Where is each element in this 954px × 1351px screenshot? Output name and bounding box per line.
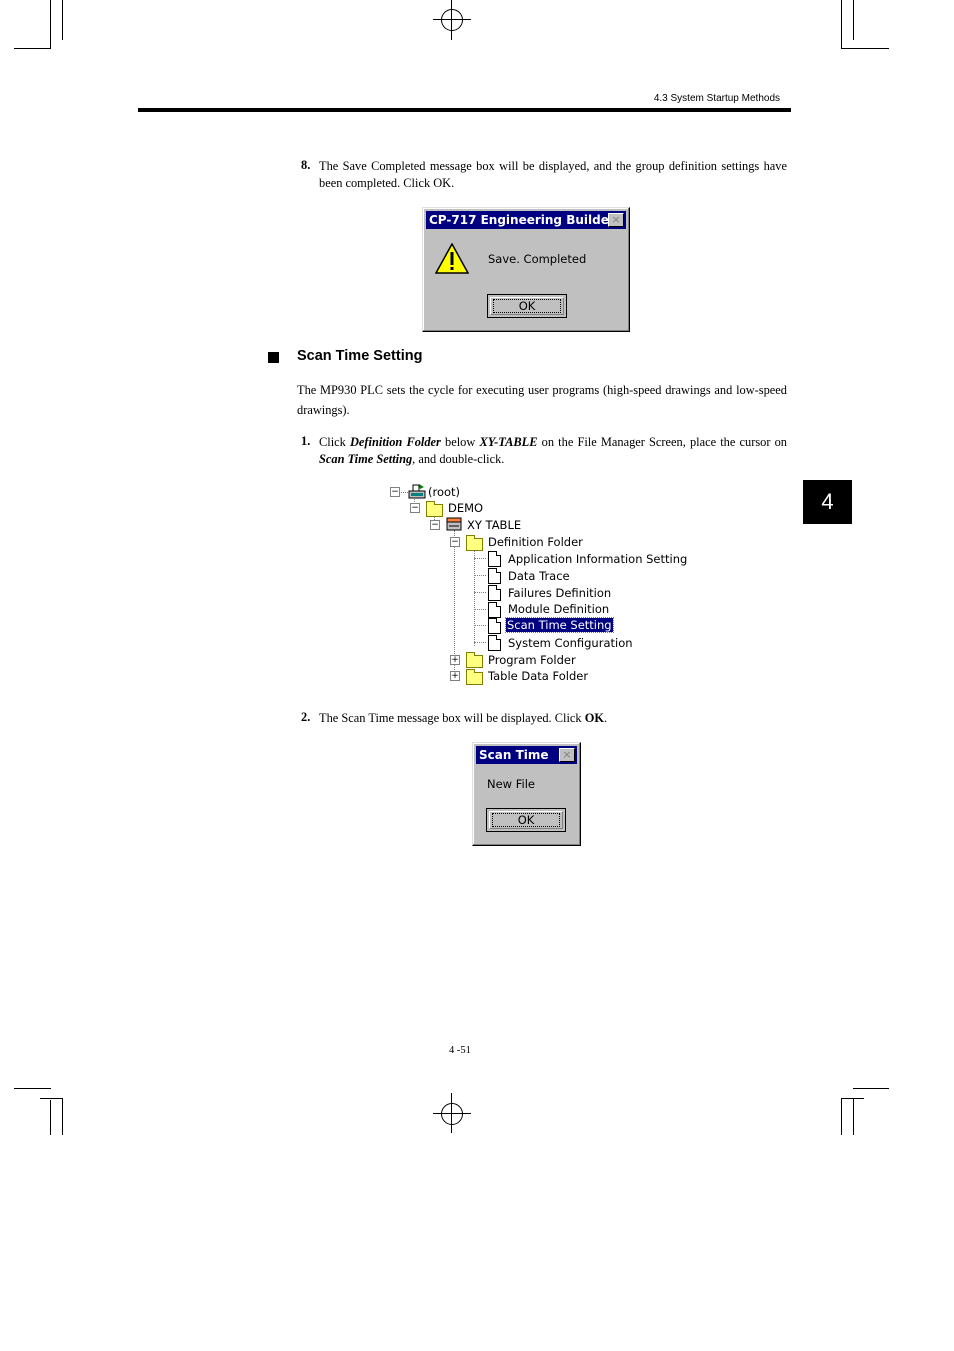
- emphasis: XY-TABLE: [479, 435, 538, 449]
- crop-mark: [451, 1093, 452, 1133]
- crop-mark: [40, 1098, 63, 1099]
- scan-time-dialog: Scan Time × New File OK: [472, 742, 581, 846]
- dialog-message: New File: [487, 777, 535, 791]
- step-text: The Scan Time message box will be displa…: [319, 711, 608, 725]
- folder-icon: [466, 652, 483, 668]
- crop-mark: [433, 19, 471, 20]
- document-icon: [488, 568, 501, 584]
- dialog-title: CP-717 Engineering Builder: [429, 213, 615, 227]
- tree-node-data-trace[interactable]: Data Trace: [508, 568, 570, 584]
- tree-node-xy-table[interactable]: XY TABLE: [467, 517, 521, 533]
- crop-mark: [853, 1088, 889, 1089]
- expand-icon[interactable]: +: [450, 655, 460, 665]
- save-completed-dialog: CP-717 Engineering Builder × Save. Compl…: [422, 207, 630, 332]
- document-icon: [488, 602, 501, 618]
- crop-mark: [433, 1113, 471, 1114]
- tree-node-demo[interactable]: DEMO: [448, 500, 483, 516]
- step-number: 8.: [301, 158, 311, 172]
- crop-mark: [14, 48, 51, 49]
- document-icon: [488, 585, 501, 601]
- folder-icon: [426, 501, 443, 517]
- database-icon: [446, 517, 462, 531]
- file-tree[interactable]: − (root) − DEMO − XY TABLE − Definition …: [388, 482, 688, 692]
- dialog-title: Scan Time: [479, 748, 549, 762]
- collapse-icon[interactable]: −: [450, 537, 460, 547]
- tree-node-scan-time-setting[interactable]: Scan Time Setting: [505, 617, 614, 633]
- crop-mark: [451, 0, 452, 40]
- page-number: 4 -51: [449, 1045, 471, 1056]
- dialog-message: Save. Completed: [488, 252, 587, 266]
- expand-icon[interactable]: +: [450, 671, 460, 681]
- dialog-titlebar: Scan Time ×: [476, 746, 577, 764]
- ok-button-label: OK: [517, 813, 535, 827]
- tree-node-application-information-setting[interactable]: Application Information Setting: [508, 551, 687, 567]
- crop-mark: [841, 1098, 864, 1099]
- ok-button[interactable]: OK: [487, 294, 567, 318]
- close-button[interactable]: ×: [608, 213, 624, 227]
- section-bullet-icon: [268, 352, 279, 363]
- running-head: 4.3 System Startup Methods: [653, 93, 780, 104]
- step-number: 1.: [301, 434, 311, 448]
- crop-mark: [50, 0, 51, 49]
- step-text: The Save Completed message box will be d…: [319, 159, 787, 190]
- selected-tree-label: Scan Time Setting: [505, 617, 614, 633]
- tree-label: (root): [428, 485, 461, 499]
- tree-node-root[interactable]: (root): [428, 484, 460, 500]
- collapse-icon[interactable]: −: [430, 520, 440, 530]
- tree-node-failures-definition[interactable]: Failures Definition: [508, 585, 611, 601]
- crop-mark: [853, 0, 854, 40]
- chapter-tab: 4: [803, 480, 852, 524]
- registration-mark-icon: [441, 9, 463, 31]
- computer-icon: [408, 484, 426, 499]
- section-title: Scan Time Setting: [297, 348, 423, 364]
- folder-icon: [466, 669, 483, 685]
- crop-mark: [14, 1088, 51, 1089]
- step-text: Click Definition Folder below XY-TABLE o…: [319, 435, 788, 466]
- document-icon: [488, 635, 501, 651]
- document-icon: [488, 618, 501, 634]
- step-number: 2.: [301, 710, 311, 724]
- folder-icon: [466, 535, 483, 551]
- tree-node-module-definition[interactable]: Module Definition: [508, 601, 609, 617]
- crop-mark: [853, 1098, 854, 1135]
- tree-node-definition-folder[interactable]: Definition Folder: [488, 534, 583, 550]
- dialog-titlebar: CP-717 Engineering Builder ×: [426, 211, 626, 229]
- section-intro: The MP930 PLC sets the cycle for executi…: [297, 383, 787, 417]
- crop-mark: [841, 1098, 842, 1135]
- ok-button[interactable]: OK: [486, 808, 566, 832]
- ok-button-label: OK: [518, 299, 536, 313]
- tree-node-system-configuration[interactable]: System Configuration: [508, 635, 633, 651]
- collapse-icon[interactable]: −: [390, 487, 400, 497]
- tree-node-table-data-folder[interactable]: Table Data Folder: [488, 668, 588, 684]
- emphasis: OK: [584, 711, 604, 725]
- close-button[interactable]: ×: [559, 748, 575, 762]
- crop-mark: [841, 0, 842, 49]
- crop-mark: [841, 48, 889, 49]
- header-rule: [138, 108, 791, 112]
- crop-mark: [62, 1098, 63, 1135]
- warning-icon: [435, 243, 469, 274]
- crop-mark: [50, 1100, 51, 1135]
- emphasis: Definition Folder: [349, 435, 441, 449]
- emphasis: Scan Time Setting: [319, 452, 413, 466]
- document-icon: [488, 551, 501, 567]
- collapse-icon[interactable]: −: [410, 503, 420, 513]
- tree-node-program-folder[interactable]: Program Folder: [488, 652, 576, 668]
- crop-mark: [62, 0, 63, 40]
- registration-mark-icon: [441, 1103, 463, 1125]
